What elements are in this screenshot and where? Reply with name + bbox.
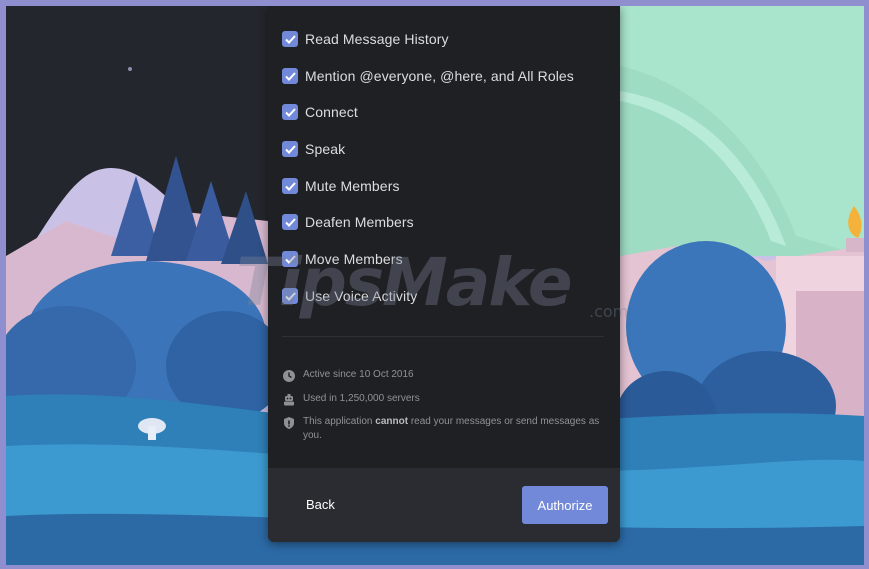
notice-prefix: This application bbox=[303, 416, 376, 427]
modal-body: Read Message History Mention @everyone, … bbox=[268, 6, 620, 468]
modal-footer: Back Authorize bbox=[268, 468, 620, 542]
section-divider bbox=[282, 336, 604, 337]
check-icon[interactable] bbox=[282, 68, 298, 84]
permission-label: Read Message History bbox=[305, 31, 449, 47]
permission-item-deafen-members[interactable]: Deafen Members bbox=[268, 208, 620, 236]
permission-label: Connect bbox=[305, 104, 358, 120]
permission-item-connect[interactable]: Connect bbox=[268, 98, 620, 126]
permission-label: Use Voice Activity bbox=[305, 288, 418, 304]
shield-icon bbox=[284, 417, 294, 429]
robot-icon bbox=[284, 394, 294, 406]
screenshot-frame: Read Message History Mention @everyone, … bbox=[0, 0, 869, 569]
permission-label: Mute Members bbox=[305, 178, 400, 194]
oauth-authorize-modal: Read Message History Mention @everyone, … bbox=[268, 6, 620, 542]
clock-icon bbox=[283, 370, 295, 382]
privacy-notice-text: This application cannot read your messag… bbox=[303, 415, 602, 443]
permission-item-speak[interactable]: Speak bbox=[268, 135, 620, 163]
permission-item-use-voice-activity[interactable]: Use Voice Activity bbox=[268, 282, 620, 310]
info-used-in: Used in 1,250,000 servers bbox=[282, 392, 602, 407]
active-since-text: Active since 10 Oct 2016 bbox=[303, 369, 414, 380]
check-icon[interactable] bbox=[282, 104, 298, 120]
check-icon[interactable] bbox=[282, 31, 298, 47]
permission-label: Move Members bbox=[305, 251, 403, 267]
permission-item-read-message-history[interactable]: Read Message History bbox=[268, 25, 620, 53]
check-icon[interactable] bbox=[282, 251, 298, 267]
authorize-button[interactable]: Authorize bbox=[522, 486, 608, 524]
info-active-since: Active since 10 Oct 2016 bbox=[282, 368, 602, 383]
permission-item-move-members[interactable]: Move Members bbox=[268, 245, 620, 273]
check-icon[interactable] bbox=[282, 178, 298, 194]
permission-item-mute-members[interactable]: Mute Members bbox=[268, 172, 620, 200]
info-notice: This application cannot read your messag… bbox=[282, 415, 602, 443]
permission-item-mention-everyone[interactable]: Mention @everyone, @here, and All Roles bbox=[268, 62, 620, 90]
check-icon[interactable] bbox=[282, 288, 298, 304]
used-in-text: Used in 1,250,000 servers bbox=[303, 393, 420, 404]
notice-emphasis: cannot bbox=[375, 416, 409, 427]
check-icon[interactable] bbox=[282, 141, 298, 157]
permission-label: Mention @everyone, @here, and All Roles bbox=[305, 68, 574, 84]
permission-label: Deafen Members bbox=[305, 214, 414, 230]
check-icon[interactable] bbox=[282, 214, 298, 230]
permission-label: Speak bbox=[305, 141, 346, 157]
back-button[interactable]: Back bbox=[306, 492, 342, 516]
